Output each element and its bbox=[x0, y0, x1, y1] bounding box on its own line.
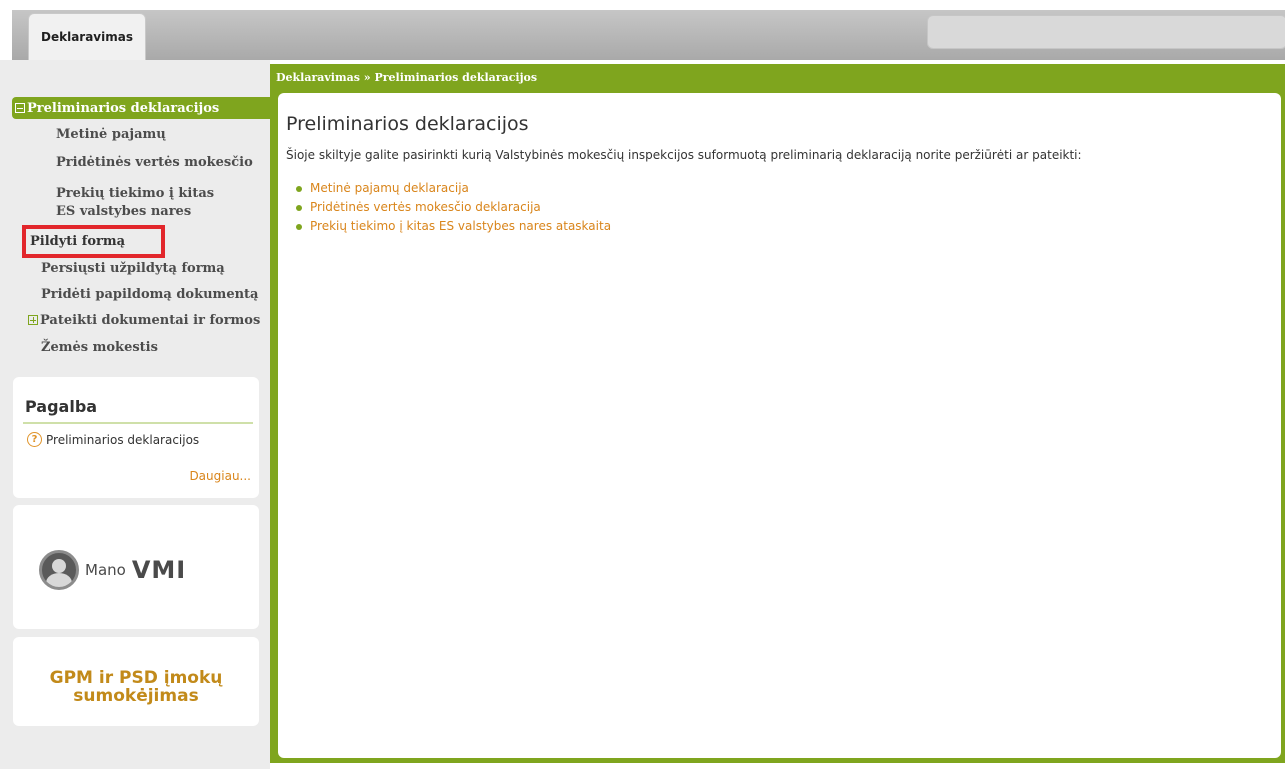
tab-deklaravimas[interactable]: Deklaravimas bbox=[28, 13, 146, 60]
bullet-icon bbox=[296, 204, 302, 211]
collapse-icon[interactable] bbox=[15, 103, 25, 113]
expand-icon[interactable] bbox=[28, 315, 38, 325]
mano-vmi-logo: Mano VMI bbox=[39, 550, 186, 590]
gpm-line-1: GPM ir PSD įmokų bbox=[49, 668, 223, 688]
mano-vmi-banner[interactable]: Mano VMI bbox=[13, 505, 259, 629]
link-metine-pajamu-deklaracija[interactable]: Metinė pajamų deklaracija bbox=[296, 179, 611, 198]
sidebar-item-label: Preliminarios deklaracijos bbox=[27, 100, 220, 116]
help-panel: Pagalba ? Preliminarios deklaracijos Dau… bbox=[13, 377, 259, 498]
top-navigation-bar: Deklaravimas bbox=[12, 10, 1285, 60]
link-prekiu-tiekimo-ataskaita[interactable]: Prekių tiekimo į kitas ES valstybes nare… bbox=[296, 217, 611, 236]
help-link-preliminarios[interactable]: ? Preliminarios deklaracijos bbox=[27, 432, 199, 447]
gpm-line-2: sumokėjimas bbox=[73, 686, 199, 706]
sidebar-subitem-metine-pajamu[interactable]: Metinė pajamų bbox=[56, 126, 166, 144]
sidebar-item-prideti-dokumenta[interactable]: Pridėti papildomą dokumentą bbox=[41, 286, 258, 304]
search-box[interactable] bbox=[927, 15, 1285, 49]
bullet-icon bbox=[296, 223, 302, 230]
intro-text: Šioje skiltyje galite pasirinkti kurią V… bbox=[286, 148, 1082, 162]
breadcrumb: Deklaravimas » Preliminarios deklaracijo… bbox=[276, 71, 538, 84]
bullet-icon bbox=[296, 185, 302, 192]
logo-vmi-text: VMI bbox=[131, 556, 187, 584]
help-question-icon: ? bbox=[27, 432, 42, 447]
gpm-banner-text: GPM ir PSD įmokų sumokėjimas bbox=[13, 669, 259, 705]
sidebar-item-persiusti-forma[interactable]: Persiųsti užpildytą formą bbox=[41, 260, 225, 278]
sidebar-item-zemes-mokestis[interactable]: Žemės mokestis bbox=[41, 339, 158, 357]
more-link[interactable]: Daugiau... bbox=[189, 469, 251, 483]
help-title: Pagalba bbox=[25, 397, 98, 416]
divider bbox=[23, 422, 253, 424]
link-pvm-deklaracija[interactable]: Pridėtinės vertės mokesčio deklaracija bbox=[296, 198, 611, 217]
main-content: Preliminarios deklaracijos Šioje skiltyj… bbox=[278, 93, 1281, 758]
page-title: Preliminarios deklaracijos bbox=[286, 113, 529, 135]
sidebar-subitem-pvm[interactable]: Pridėtinės vertės mokesčio bbox=[56, 154, 253, 172]
sidebar-subitem-prekiu-tiekimo[interactable]: Prekių tiekimo į kitas ES valstybes nare… bbox=[56, 185, 236, 221]
link-label: Prekių tiekimo į kitas ES valstybes nare… bbox=[310, 219, 612, 233]
user-avatar-icon bbox=[39, 550, 79, 590]
help-link-label: Preliminarios deklaracijos bbox=[46, 432, 200, 447]
sidebar-item-pateikti-dokumentai[interactable]: Pateikti dokumentai ir formos bbox=[28, 312, 260, 330]
gpm-psd-banner[interactable]: GPM ir PSD įmokų sumokėjimas bbox=[13, 637, 259, 726]
sidebar-item-preliminarios-deklaracijos[interactable]: Preliminarios deklaracijos bbox=[12, 97, 279, 119]
sidebar-item-label: Pateikti dokumentai ir formos bbox=[40, 313, 261, 328]
logo-mano-text: Mano bbox=[85, 561, 126, 579]
highlight-box bbox=[22, 225, 165, 258]
link-label: Metinė pajamų deklaracija bbox=[310, 181, 469, 195]
link-label: Pridėtinės vertės mokesčio deklaracija bbox=[310, 200, 541, 214]
declaration-links: Metinė pajamų deklaracija Pridėtinės ver… bbox=[296, 179, 611, 236]
